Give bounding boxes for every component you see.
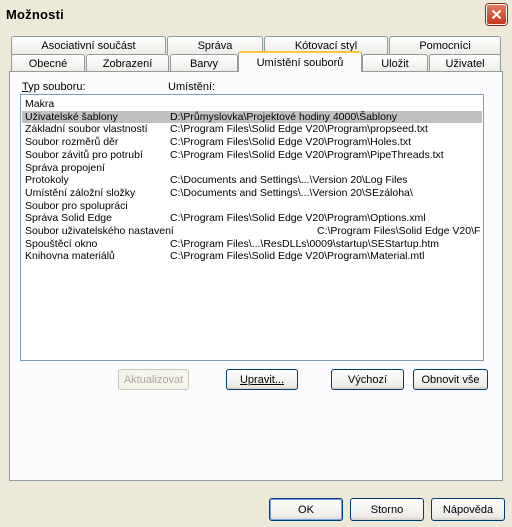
- file-type-name: Makra: [25, 98, 55, 110]
- file-type-name: Umístění záložní složky: [25, 186, 136, 199]
- edit-button[interactable]: Upravit...: [226, 369, 298, 390]
- file-location-path: C:\Program Files\Solid Edge V20\Program\…: [170, 148, 444, 161]
- column-header-location: Umístění:: [168, 81, 216, 93]
- tab-helpers[interactable]: Pomocníci: [389, 36, 501, 55]
- file-location-path: C:\Program Files\Solid Edge V20\Program\…: [170, 212, 426, 225]
- file-location-path: C:\Program Files\Solid Edge V20\Program\…: [170, 136, 412, 149]
- edit-button-label: Upravit...: [239, 373, 284, 386]
- cancel-button[interactable]: Storno: [350, 498, 424, 521]
- file-type-name: Soubor uživatelského nastavení: [25, 225, 174, 237]
- file-type-name: Protokoly: [25, 174, 69, 187]
- window-title: Možnosti: [6, 7, 64, 22]
- list-item[interactable]: Protokoly C:\Documents and Settings\...\V…: [22, 174, 482, 186]
- list-item[interactable]: Soubor uživatelského nastavení C:\Program…: [22, 225, 482, 237]
- file-location-path: C:\Program Files\Solid Edge V20\Program\…: [170, 250, 425, 263]
- file-type-name: Knihovna materiálů: [25, 250, 115, 263]
- ok-button[interactable]: OK: [269, 498, 343, 521]
- close-button[interactable]: [486, 4, 507, 25]
- file-location-path: D:\Průmyslovka\Projektové hodiny 4000\Ša…: [170, 110, 398, 123]
- tab-file-locations[interactable]: Umístění souborů: [238, 51, 362, 72]
- tab-label: Pomocníci: [419, 40, 471, 52]
- file-type-name: Správa propojení: [25, 161, 105, 174]
- list-item[interactable]: Soubor závitů pro potrubí C:\Program File…: [22, 149, 482, 161]
- options-dialog: Možnosti Asociativní součást Správa Kóto…: [0, 0, 512, 527]
- default-button-label: Výchozí: [347, 373, 388, 386]
- list-item[interactable]: Spouštěcí okno C:\Program Files\...\ResDL…: [22, 238, 482, 250]
- file-locations-list[interactable]: Makra Uživatelské šablony D:\Průmyslovka\P…: [20, 94, 484, 361]
- restore-all-button-label: Obnovit vše: [421, 373, 480, 386]
- list-item[interactable]: Umístění záložní složky C:\Documents and …: [22, 187, 482, 199]
- tab-label: Zobrazení: [102, 58, 153, 70]
- file-location-path: C:\Program Files\Solid Edge V20\F: [317, 225, 481, 237]
- restore-all-button[interactable]: Obnovit vše: [413, 369, 488, 390]
- file-type-name: Soubor pro spolupráci: [25, 199, 128, 212]
- file-type-name: Správa Solid Edge: [25, 212, 112, 225]
- tab-label: Uložit: [381, 58, 409, 70]
- close-icon: [491, 9, 502, 20]
- file-type-name: Soubor rozměrů děr: [25, 136, 119, 149]
- tab-associative-part[interactable]: Asociativní součást: [11, 36, 166, 55]
- file-location-path: C:\Documents and Settings\...\Version 20…: [170, 174, 408, 187]
- file-type-name: Spouštěcí okno: [25, 237, 98, 250]
- list-item[interactable]: Makra: [22, 98, 482, 110]
- column-header-file-type: Typ souboru:: [22, 81, 86, 93]
- title-bar[interactable]: Možnosti: [0, 0, 512, 29]
- list-item[interactable]: Základní soubor vlastností C:\Program Fil…: [22, 123, 482, 135]
- file-type-name: Soubor závitů pro potrubí: [25, 148, 143, 161]
- file-location-path: C:\Program Files\...\ResDLLs\0009\startu…: [170, 237, 440, 250]
- tab-label: Obecné: [28, 58, 68, 70]
- list-item[interactable]: Správa propojení: [22, 162, 482, 174]
- tab-label: Správa: [197, 40, 233, 52]
- list-item[interactable]: Knihovna materiálů C:\Program Files\Solid…: [22, 250, 482, 262]
- list-item[interactable]: Uživatelské šablony D:\Průmyslovka\Projek…: [22, 110, 482, 123]
- default-button[interactable]: Výchozí: [331, 369, 404, 390]
- tab-label: Asociativní součást: [41, 40, 136, 52]
- file-location-path: C:\Program Files\Solid Edge V20\Program\…: [170, 123, 428, 136]
- list-item[interactable]: Soubor rozměrů děr C:\Program Files\Solid…: [22, 136, 482, 148]
- tab-label: Barvy: [189, 58, 219, 70]
- help-button[interactable]: Nápověda: [431, 498, 505, 521]
- column-header-text: yp souboru:: [28, 81, 86, 93]
- file-type-name: Základní soubor vlastností: [25, 123, 148, 136]
- list-item[interactable]: Správa Solid Edge C:\Program Files\Solid …: [22, 212, 482, 224]
- tab-label: Umístění souborů: [256, 56, 344, 69]
- file-location-path: C:\Documents and Settings\...\Version 20…: [170, 186, 413, 199]
- list-item[interactable]: Soubor pro spolupráci: [22, 200, 482, 212]
- update-button[interactable]: Aktualizovat: [118, 369, 189, 390]
- tab-label: Uživatel: [445, 58, 485, 70]
- file-type-name: Uživatelské šablony: [25, 110, 118, 123]
